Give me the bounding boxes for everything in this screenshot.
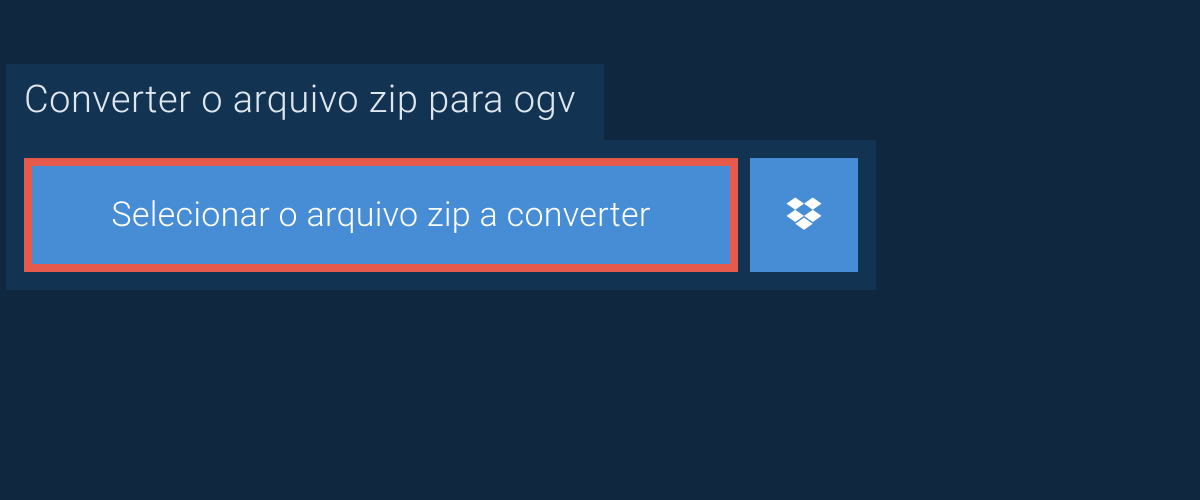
dropbox-button[interactable] [750, 158, 858, 272]
dropbox-icon [783, 194, 825, 236]
action-panel: Selecionar o arquivo zip a converter [6, 140, 876, 290]
page-title-text: Converter o arquivo zip para ogv [24, 78, 576, 122]
select-file-button[interactable]: Selecionar o arquivo zip a converter [24, 158, 738, 272]
select-file-label: Selecionar o arquivo zip a converter [111, 195, 650, 235]
page-title: Converter o arquivo zip para ogv [6, 64, 604, 140]
